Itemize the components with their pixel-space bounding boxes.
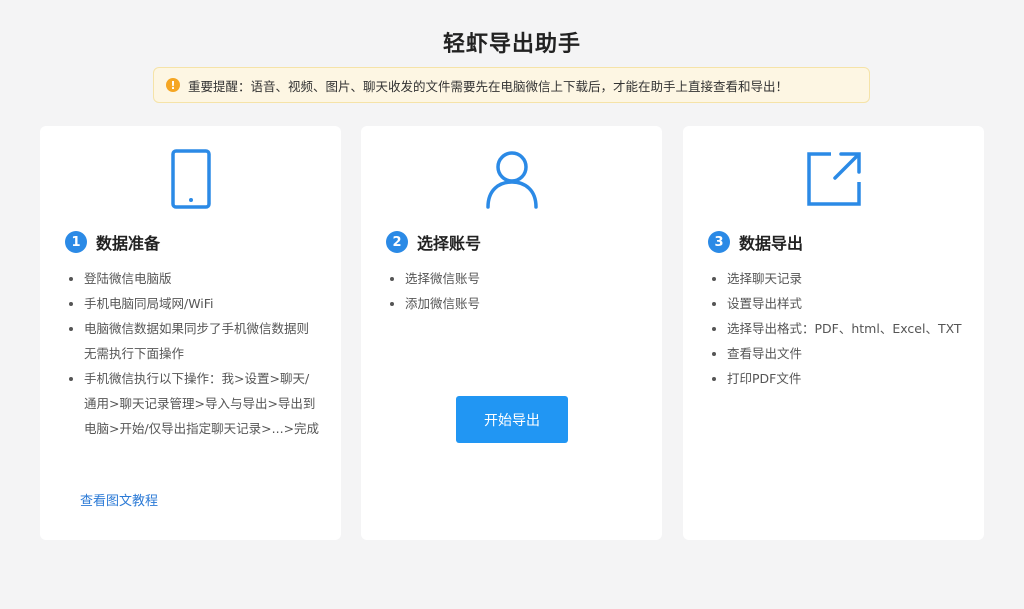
tutorial-link[interactable]: 查看图文教程	[80, 490, 158, 509]
step-number-badge: 3	[708, 231, 730, 253]
card-title: 选择账号	[417, 234, 482, 253]
card-title: 数据准备	[96, 234, 161, 253]
list-item: 手机微信执行以下操作：我>设置>聊天/通用>聊天记录管理>导入与导出>导出到电脑…	[84, 366, 321, 441]
list-item: 电脑微信数据如果同步了手机微信数据则无需执行下面操作	[84, 316, 321, 366]
card-data-export: 3 数据导出 选择聊天记录 设置导出样式 选择导出格式：PDF、html、Exc…	[683, 126, 984, 540]
card-item-list: 登陆微信电脑版 手机电脑同局域网/WiFi 电脑微信数据如果同步了手机微信数据则…	[64, 266, 321, 441]
list-item: 设置导出样式	[727, 291, 964, 316]
list-item: 选择聊天记录	[727, 266, 964, 291]
phone-icon	[40, 148, 341, 210]
card-title: 数据导出	[739, 234, 804, 253]
list-item: 添加微信账号	[405, 291, 642, 316]
step-number-badge: 2	[386, 231, 408, 253]
list-item: 查看导出文件	[727, 341, 964, 366]
list-item: 手机电脑同局域网/WiFi	[84, 291, 321, 316]
card-header: 2 选择账号	[386, 230, 481, 254]
list-item: 选择微信账号	[405, 266, 642, 291]
user-icon	[361, 148, 662, 210]
card-header: 3 数据导出	[708, 230, 803, 254]
step-number-badge: 1	[65, 231, 87, 253]
card-select-account: 2 选择账号 选择微信账号 添加微信账号 开始导出	[361, 126, 662, 540]
list-item: 选择导出格式：PDF、html、Excel、TXT	[727, 316, 964, 341]
warning-icon: !	[166, 78, 180, 92]
list-item: 打印PDF文件	[727, 366, 964, 391]
notice-banner: ! 重要提醒：语音、视频、图片、聊天收发的文件需要先在电脑微信上下载后，才能在助…	[153, 67, 870, 103]
card-item-list: 选择微信账号 添加微信账号	[385, 266, 642, 316]
card-header: 1 数据准备	[65, 230, 160, 254]
notice-text: 重要提醒：语音、视频、图片、聊天收发的文件需要先在电脑微信上下载后，才能在助手上…	[188, 78, 789, 94]
page-title: 轻虾导出助手	[442, 32, 581, 57]
start-export-button[interactable]: 开始导出	[456, 396, 568, 443]
card-data-preparation: 1 数据准备 登陆微信电脑版 手机电脑同局域网/WiFi 电脑微信数据如果同步了…	[40, 126, 341, 540]
card-item-list: 选择聊天记录 设置导出样式 选择导出格式：PDF、html、Excel、TXT …	[707, 266, 964, 391]
export-icon	[683, 148, 984, 208]
list-item: 登陆微信电脑版	[84, 266, 321, 291]
